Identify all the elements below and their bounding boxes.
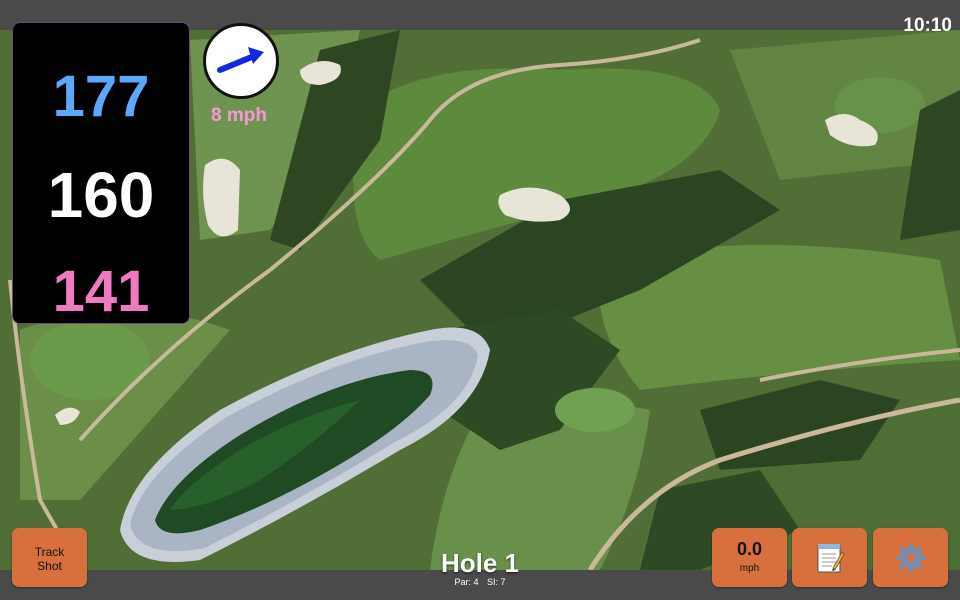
distance-back: 177 [52, 64, 150, 129]
notepad-icon [817, 543, 844, 572]
hole-meta: Par: 4 SI: 7 [380, 577, 580, 587]
track-shot-button[interactable]: Track Shot [12, 528, 87, 587]
wind-indicator [203, 23, 279, 99]
speed-unit: mph [739, 563, 760, 574]
track-shot-label: Track Shot [34, 545, 65, 573]
hole-par: Par: 4 [454, 577, 479, 587]
gear-icon [895, 542, 926, 573]
hole-si: SI: 7 [487, 577, 506, 587]
distance-panel: 177 160 141 [12, 22, 190, 324]
clock-time: 10:10 [903, 15, 952, 36]
distance-front: 141 [52, 259, 150, 324]
hole-title: Hole 1 [440, 548, 520, 578]
distance-center: 160 [47, 159, 155, 231]
wind-speed: 8 mph [211, 105, 267, 126]
notes-button[interactable] [792, 528, 867, 587]
speed-value: 0.0 [736, 539, 763, 559]
settings-button[interactable] [873, 528, 948, 587]
arrow-right-icon [217, 47, 264, 73]
speed-button[interactable]: 0.0 mph [712, 528, 787, 587]
